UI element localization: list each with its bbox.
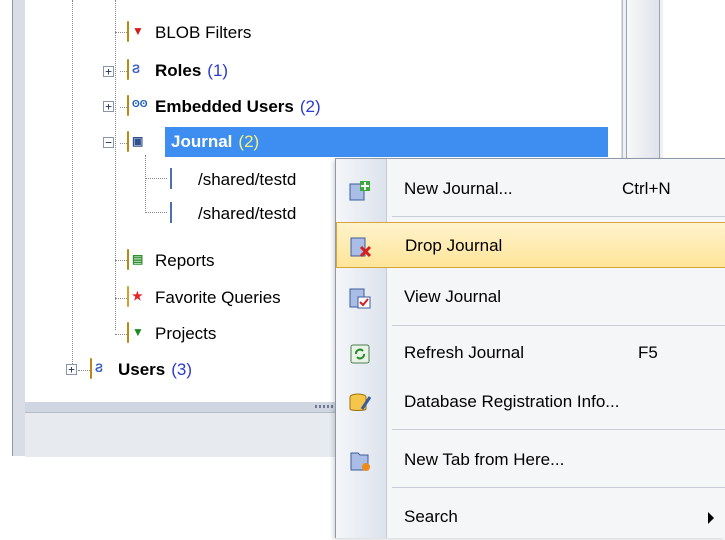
menu-item-label: Database Registration Info...	[404, 392, 620, 411]
menu-item-database-registration-info[interactable]: Database Registration Info...	[336, 379, 725, 425]
tree-item-count: (2)	[299, 97, 321, 116]
menu-separator	[392, 325, 725, 326]
blob-filters-folder-icon: ▼	[127, 21, 149, 44]
tree-line	[115, 32, 127, 33]
tree-item-label: Favorite Queries	[155, 288, 281, 307]
menu-item-label: Drop Journal	[405, 236, 503, 255]
menu-item-label: New Journal...	[404, 179, 513, 198]
tree-item-journal-file[interactable]: /shared/testd	[170, 166, 296, 194]
tree-line	[145, 212, 167, 213]
tree-item-blob-filters[interactable]: ▼ BLOB Filters	[127, 19, 251, 47]
tree-item-roles[interactable]: Ϩ Roles (1)	[127, 57, 228, 85]
reports-folder-icon: ▤	[127, 249, 149, 272]
tree-item-count: (1)	[207, 61, 229, 80]
tree-line	[145, 178, 167, 179]
tree-item-label: /shared/testd	[198, 204, 297, 223]
menu-item-label: Refresh Journal	[404, 343, 525, 362]
tree-item-label: Projects	[155, 324, 217, 343]
favorite-queries-folder-icon: ★	[127, 286, 149, 309]
expand-roles-icon[interactable]: +	[103, 66, 114, 77]
tree-line	[72, 0, 73, 370]
tree-item-label: /shared/testd	[198, 170, 297, 189]
context-menu: New Journal... Ctrl+N Drop Journal View …	[335, 158, 725, 538]
tree-line	[115, 298, 127, 299]
tree-line	[120, 71, 127, 72]
menu-item-view-journal[interactable]: View Journal	[336, 274, 725, 320]
drop-journal-icon	[349, 235, 373, 259]
tree-item-label: Embedded Users	[155, 97, 294, 116]
tree-line	[115, 0, 116, 330]
view-journal-icon	[348, 286, 372, 310]
menu-item-label: Search	[404, 507, 458, 526]
embedded-users-folder-icon: ʘʘ	[127, 95, 149, 118]
tree-line	[115, 260, 127, 261]
tree-item-label: Reports	[155, 251, 215, 270]
expand-users-icon[interactable]: +	[66, 364, 77, 375]
new-journal-icon	[348, 178, 372, 202]
menu-item-new-journal[interactable]: New Journal... Ctrl+N	[336, 166, 725, 212]
tree-item-favorite-queries[interactable]: ★ Favorite Queries	[127, 284, 281, 312]
new-tab-icon	[348, 449, 372, 473]
tree-item-journal-selected[interactable]: Journal (2)	[165, 127, 608, 157]
tree-line	[145, 155, 146, 213]
tree-item-users[interactable]: Ϩ Users (3)	[90, 356, 192, 384]
roles-folder-icon: Ϩ	[127, 59, 149, 82]
menu-item-search[interactable]: Search	[336, 494, 725, 540]
scrollbar-thumb[interactable]	[626, 0, 660, 181]
menu-item-label: New Tab from Here...	[404, 450, 565, 469]
menu-item-new-tab-from-here[interactable]: New Tab from Here...	[336, 437, 725, 483]
users-folder-icon: Ϩ	[90, 358, 112, 381]
tree-line	[120, 107, 127, 108]
menu-item-shortcut: Ctrl+N	[622, 179, 671, 198]
menu-separator	[392, 429, 725, 430]
menu-item-drop-journal[interactable]: Drop Journal	[336, 222, 725, 268]
menu-item-shortcut: F5	[638, 343, 658, 362]
collapse-journal-icon[interactable]: −	[103, 137, 114, 148]
journal-file-icon	[170, 202, 192, 225]
tree-item-label: Roles	[155, 61, 202, 80]
tree-line	[115, 334, 127, 335]
tree-item-embedded-users[interactable]: ʘʘ Embedded Users (2)	[127, 93, 321, 121]
tree-item-projects[interactable]: ▼ Projects	[127, 320, 216, 348]
tree-item-journal-file[interactable]: /shared/testd	[170, 200, 296, 228]
tree-item-label: Journal	[171, 132, 233, 151]
journal-file-icon	[170, 168, 192, 191]
tree-item-label: Users	[118, 360, 166, 379]
projects-folder-icon: ▼	[127, 322, 149, 345]
tree-line	[120, 143, 127, 144]
tree-item-count: (2)	[238, 132, 260, 151]
menu-item-refresh-journal[interactable]: Refresh Journal F5	[336, 330, 725, 376]
journal-folder-icon: ▣	[127, 131, 149, 154]
tree-item-label: BLOB Filters	[155, 23, 252, 42]
menu-separator	[392, 216, 725, 217]
menu-item-label: View Journal	[404, 287, 502, 306]
tree-item-journal[interactable]: ▣	[127, 129, 149, 157]
menu-separator	[392, 487, 725, 488]
expand-embedded-users-icon[interactable]: +	[103, 101, 114, 112]
tree-line	[78, 370, 90, 371]
refresh-icon	[348, 342, 372, 366]
tree-item-reports[interactable]: ▤ Reports	[127, 247, 215, 275]
submenu-arrow-icon	[708, 512, 714, 524]
tree-item-count: (3)	[171, 360, 193, 379]
database-registration-icon	[348, 391, 372, 415]
